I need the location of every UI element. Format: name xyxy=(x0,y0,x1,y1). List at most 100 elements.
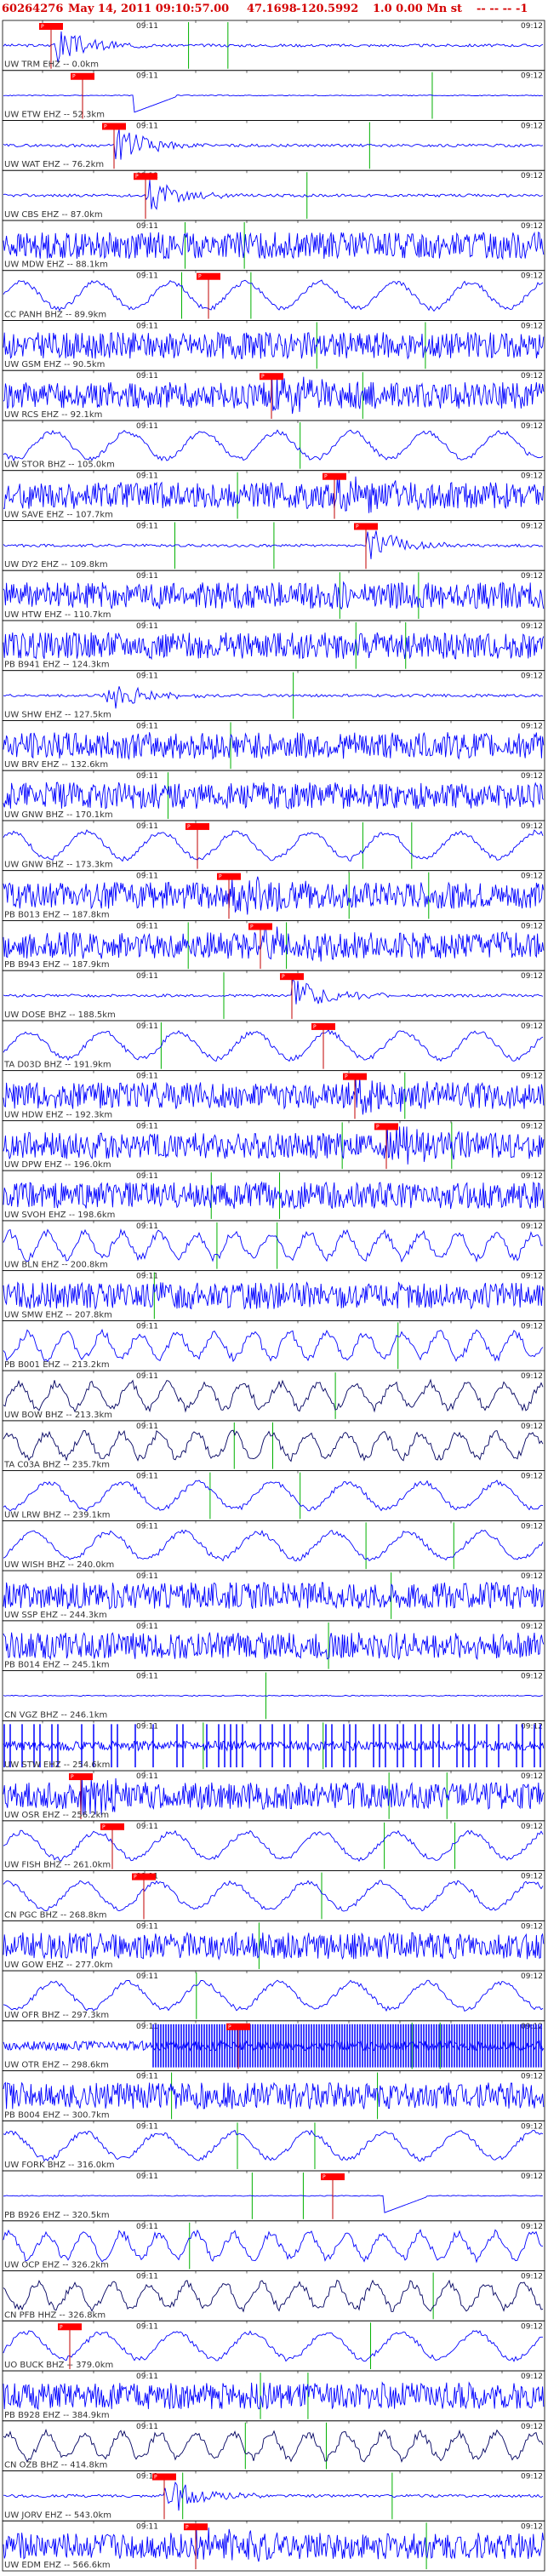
trace-panel[interactable]: 09:11 09:12 UW GSM EHZ -- 90.5km xyxy=(2,320,545,371)
trace-panel[interactable]: 09:11 09:12 UW BOW BHZ -- 213.3km xyxy=(2,1370,545,1422)
time-tick-right: 09:12 xyxy=(521,2023,543,2031)
station-label: UW JORV EHZ -- 543.0km xyxy=(4,2510,111,2520)
trace-panel[interactable]: 09:1109:12PCN PGC BHZ -- 268.8km xyxy=(2,1870,545,1921)
waveform-trace xyxy=(3,2081,545,2109)
trace-panel[interactable]: 09:11 09:12 TA C03A BHZ -- 235.7km xyxy=(2,1420,545,1472)
trace-panel[interactable]: 09:11 09:12 UW OCP EHZ -- 326.2km xyxy=(2,2220,545,2271)
trace-panel[interactable]: 09:11 09:12 P PB B943 EHZ -- 187.9km xyxy=(2,920,545,971)
station-label: PB B943 EHZ -- 187.9km xyxy=(4,960,110,970)
trace-panel[interactable]: 09:11 09:12 P UW DY2 EHZ -- 109.8km xyxy=(2,520,545,571)
trace-panel[interactable]: 09:11 09:12 P PB B926 EHZ -- 320.5km xyxy=(2,2170,545,2222)
trace-panel[interactable]: 09:11 09:12 UW LRW BHZ -- 239.1km xyxy=(2,1470,545,1521)
trace-panel[interactable]: 09:11 09:12 P UW EDM EHZ -- 566.6km xyxy=(2,2520,545,2572)
waveform-trace xyxy=(3,530,544,559)
trace-panel[interactable]: 09:11 09:12 PB B941 EHZ -- 124.3km xyxy=(2,620,545,672)
station-label: UW STOR BHZ -- 105.0km xyxy=(4,461,115,470)
trace-panel[interactable]: 09:11 09:12 P UW RCS EHZ -- 92.1km xyxy=(2,369,545,421)
time-tick-right: 09:12 xyxy=(521,2122,543,2131)
trace-panel[interactable]: 09:11 09:12 UW MDW EHZ -- 88.1km xyxy=(2,220,545,272)
trace-panel[interactable]: 09:11 09:12 PB B014 EHZ -- 245.1km xyxy=(2,1620,545,1671)
waveform-trace xyxy=(3,2330,543,2362)
station-label: UW SAVE EHZ -- 107.7km xyxy=(4,510,113,519)
trace-panel[interactable]: 09:11 09:12 P UW ETW EHZ -- 52.3km xyxy=(2,70,545,121)
time-tick-right: 09:12 xyxy=(521,1722,543,1731)
trace-panel[interactable]: 09:11 09:12 UW WISH BHZ -- 240.0km xyxy=(2,1520,545,1571)
pick-label: P xyxy=(102,1824,106,1830)
time-tick-left: 09:11 xyxy=(136,1322,158,1331)
time-tick-right: 09:12 xyxy=(521,272,543,281)
time-tick-left: 09:11 xyxy=(136,1823,158,1831)
station-label: UW GOW EHZ -- 277.0km xyxy=(4,1961,113,1970)
trace-panel[interactable]: 09:11 09:12 P PB B013 EHZ -- 187.8km xyxy=(2,870,545,921)
trace-panel[interactable]: 09:11 09:12 P UW DPW EHZ -- 196.0km xyxy=(2,1119,545,1171)
waveform-trace xyxy=(3,581,545,610)
trace-panel[interactable]: 09:11 09:12 P UW DOSE BHZ -- 188.5km xyxy=(2,970,545,1022)
waveform-trace xyxy=(3,1880,544,1912)
time-tick-left: 09:11 xyxy=(136,1572,158,1581)
trace-panel[interactable]: 09:11 09:12 UW STW EHZ -- 254.6km xyxy=(2,1720,545,1772)
station-label: UW OFR BHZ -- 297.3km xyxy=(4,2011,109,2020)
trace-panel[interactable]: 09:11 09:12 UW STOR BHZ -- 105.0km xyxy=(2,420,545,472)
station-label: UO BUCK BHZ -- 379.0km xyxy=(4,2361,113,2370)
trace-panel[interactable]: 09:11 09:12 PB B004 EHZ -- 300.7km xyxy=(2,2070,545,2121)
waveform-trace xyxy=(3,2481,544,2511)
trace-panel[interactable]: 09:11 09:12 P UW HDW EHZ -- 192.3km xyxy=(2,1070,545,1121)
trace-panel[interactable]: 09:11 09:12 UW SSP EHZ -- 244.3km xyxy=(2,1570,545,1622)
trace-panel[interactable]: 09:11 09:12 PB B001 EHZ -- 213.2km xyxy=(2,1319,545,1371)
waveform-trace xyxy=(3,977,544,1005)
waveform-trace xyxy=(3,1582,545,1610)
trace-panel[interactable]: 09:11 09:12 PB B928 EHZ -- 384.9km xyxy=(2,2370,545,2422)
trace-panel[interactable]: 09:11 09:12 UW OFR BHZ -- 297.3km xyxy=(2,1970,545,2022)
waveform-trace xyxy=(3,331,545,360)
station-label: UW FORK BHZ -- 316.0km xyxy=(4,2161,115,2170)
trace-panel[interactable]: 09:11 09:12PUW JORV EHZ -- 543.0km xyxy=(2,2470,545,2522)
trace-panel[interactable]: 09:11 09:12 P UW TRM EHZ -- 0.0km xyxy=(2,20,545,72)
time-tick-right: 09:12 xyxy=(521,972,543,981)
trace-panel[interactable]: 09:11 09:12 P UW SAVE EHZ -- 107.7km xyxy=(2,470,545,521)
trace-panel[interactable]: 09:11 09:12 P UW WAT EHZ -- 76.2km xyxy=(2,120,545,171)
pick-label: P xyxy=(356,524,359,530)
time-tick-right: 09:12 xyxy=(521,1873,543,1881)
pick-label: P xyxy=(228,2024,231,2030)
waveform-trace xyxy=(3,2129,544,2162)
trace-panel[interactable]: 09:11 09:12 UW SHW EHZ -- 127.5km xyxy=(2,670,545,721)
time-tick-right: 09:12 xyxy=(521,1972,543,1981)
trace-panel[interactable]: 09:11 09:12 CN PFB HHZ -- 326.8km xyxy=(2,2270,545,2321)
trace-panel[interactable]: 09:11 09:12 P UW GNW BHZ -- 173.3km xyxy=(2,820,545,872)
time-tick-right: 09:12 xyxy=(521,2522,543,2531)
station-label: UW BRV EHZ -- 132.6km xyxy=(4,760,108,770)
time-tick-left: 09:11 xyxy=(136,2073,158,2081)
waveform-trace xyxy=(3,2428,544,2463)
trace-panel[interactable]: 09:11 09:12 P TA D03D BHZ -- 191.9km xyxy=(2,1020,545,1072)
trace-panel[interactable]: 09:11 09:12 P CC PANH BHZ -- 89.9km xyxy=(2,270,545,321)
trace-panel[interactable]: 09:11 09:12 UW SMW EHZ -- 207.8km xyxy=(2,1270,545,1321)
station-label: UW OSR EHZ -- 256.2km xyxy=(4,1811,109,1820)
station-label: UW OTR EHZ -- 298.6km xyxy=(4,2061,109,2070)
time-tick-left: 09:11 xyxy=(136,972,158,981)
time-tick-left: 09:11 xyxy=(136,1922,158,1931)
time-tick-right: 09:12 xyxy=(521,422,543,431)
trace-panel[interactable]: 09:11 09:12 CN VGZ BHZ -- 246.1km xyxy=(2,1670,545,1721)
trace-panel[interactable]: 09:11 09:12 P UW OTR EHZ -- 298.6km xyxy=(2,2020,545,2071)
trace-panel[interactable]: 09:11 09:12 UW GOW EHZ -- 277.0km xyxy=(2,1920,545,1972)
waveform-trace xyxy=(3,632,545,661)
trace-panel[interactable]: 09:11 09:12 P UW FISH BHZ -- 261.0km xyxy=(2,1820,545,1871)
station-label: UW SHW EHZ -- 127.5km xyxy=(4,710,111,719)
station-label: UW DOSE BHZ -- 188.5km xyxy=(4,1010,116,1020)
trace-panel[interactable]: 09:11 09:12 UW GNW BHZ -- 170.1km xyxy=(2,770,545,821)
time-tick-left: 09:11 xyxy=(136,322,158,330)
time-tick-right: 09:12 xyxy=(521,922,543,930)
trace-panel[interactable]: 09:11 09:12 P UW OSR EHZ -- 256.2km xyxy=(2,1770,545,1822)
trace-panel[interactable]: 09:11 09:12 UW SVOH EHZ -- 198.6km xyxy=(2,1170,545,1222)
station-label: CN VGZ BHZ -- 246.1km xyxy=(4,1710,107,1720)
time-tick-left: 09:11 xyxy=(136,873,158,881)
trace-panel[interactable]: 09:11 09:12 UW HTW EHZ -- 110.7km xyxy=(2,570,545,621)
trace-panel[interactable]: 09:11 09:12 UW FORK BHZ -- 316.0km xyxy=(2,2120,545,2172)
trace-panel[interactable]: 09:1109:12PUW CBS EHZ -- 87.0km xyxy=(2,169,545,221)
pick-label: P xyxy=(282,974,285,980)
trace-panel[interactable]: 09:11 09:12 UW BRV EHZ -- 132.6km xyxy=(2,720,545,771)
station-label: UW EDM EHZ -- 566.6km xyxy=(4,2561,111,2570)
trace-panel[interactable]: 09:11 09:12 CN OZB BHZ -- 414.8km xyxy=(2,2420,545,2471)
trace-panel[interactable]: 09:11 09:12 P UO BUCK BHZ -- 379.0km xyxy=(2,2320,545,2372)
trace-panel[interactable]: 09:11 09:12 UW BLN EHZ -- 200.8km xyxy=(2,1220,545,1272)
